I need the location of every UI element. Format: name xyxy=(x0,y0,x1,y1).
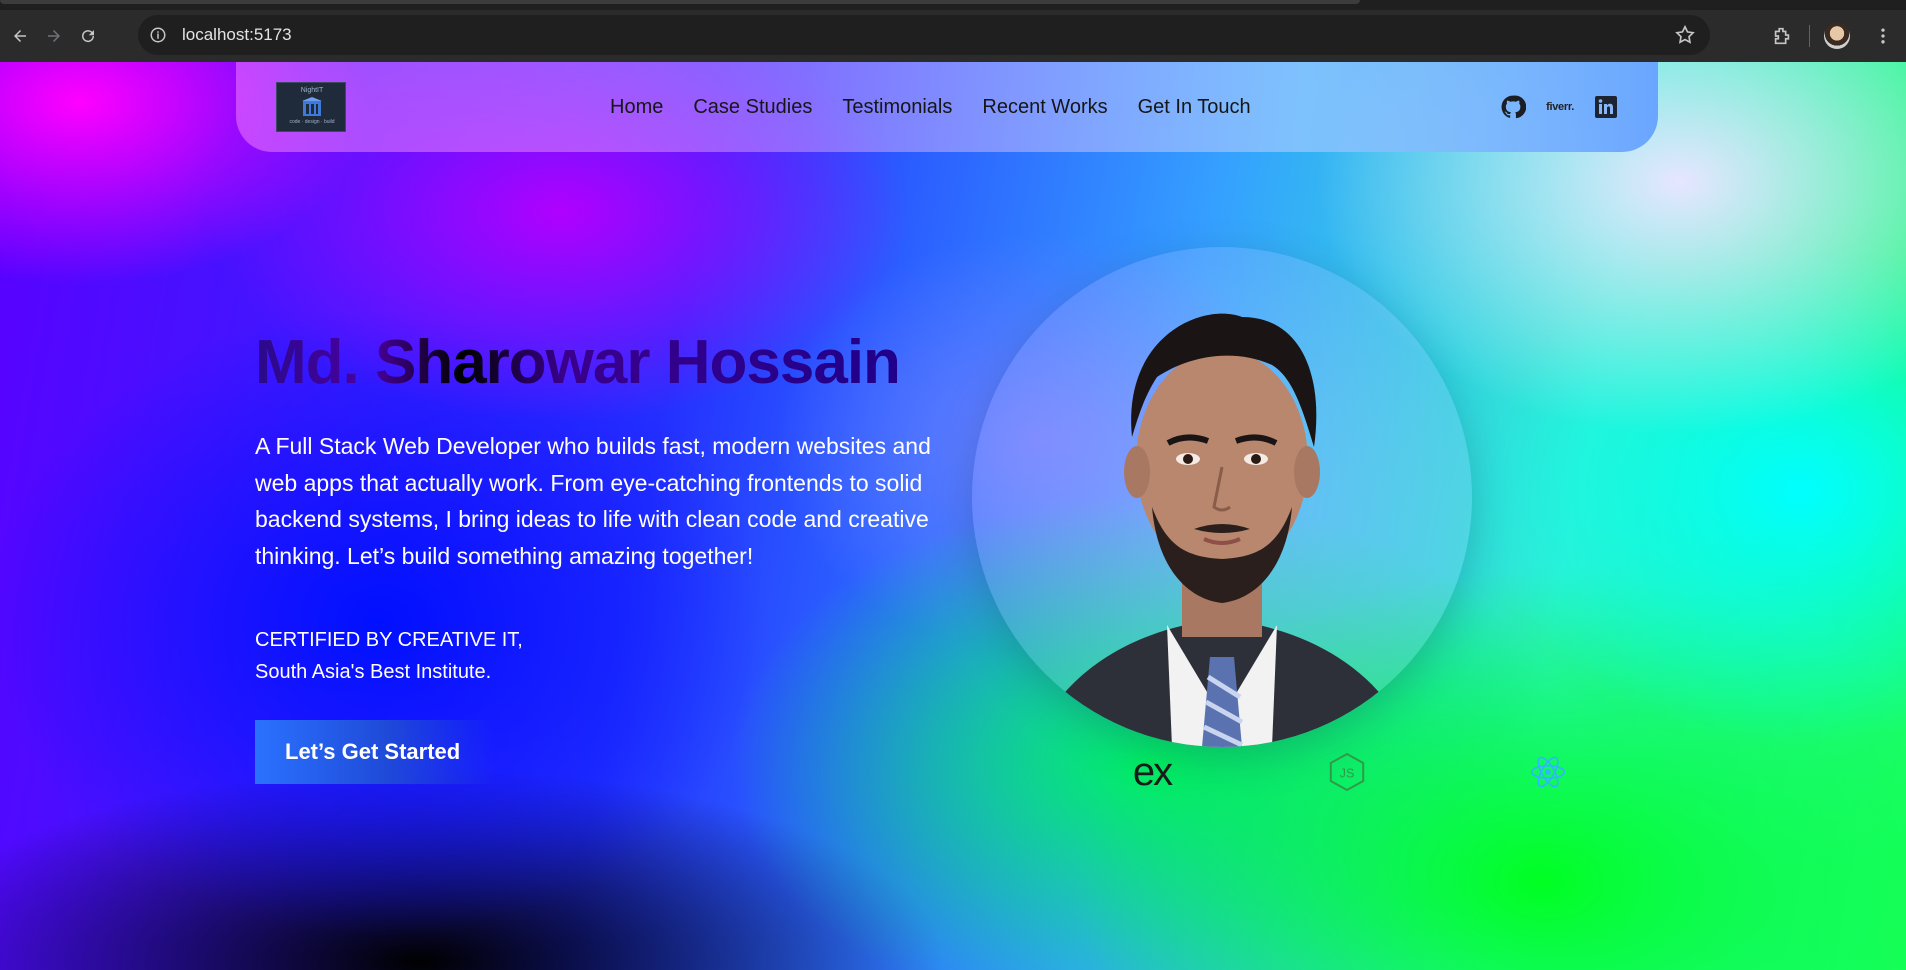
github-icon xyxy=(1501,95,1527,119)
page-viewport: NightIT code · design · build Home Case … xyxy=(0,62,1906,970)
express-logo: ex xyxy=(1132,749,1173,794)
nodejs-icon: JS xyxy=(1329,752,1365,792)
back-icon xyxy=(14,30,26,42)
forward-button[interactable] xyxy=(40,22,68,50)
extensions-icon[interactable] xyxy=(1769,23,1795,49)
nodejs-logo: JS xyxy=(1322,742,1372,802)
browser-toolbar: localhost:5173 xyxy=(0,10,1906,62)
avatar xyxy=(1824,23,1850,49)
forward-icon xyxy=(48,30,60,42)
back-button[interactable] xyxy=(6,22,34,50)
menu-home[interactable]: Home xyxy=(610,96,663,119)
get-started-button[interactable]: Let’s Get Started xyxy=(255,720,495,784)
profile-portrait xyxy=(972,247,1472,747)
hero-description: A Full Stack Web Developer who builds fa… xyxy=(255,433,931,569)
logo-line1: NightIT xyxy=(300,87,324,94)
menu-case-studies[interactable]: Case Studies xyxy=(693,96,812,119)
react-logo xyxy=(1522,742,1574,802)
cert-line-2: South Asia's Best Institute. xyxy=(255,661,492,683)
toolbar-separator xyxy=(1809,25,1810,47)
svg-text:JS: JS xyxy=(1340,766,1355,780)
site-navbar: NightIT code · design · build Home Case … xyxy=(236,62,1658,152)
tab-strip xyxy=(0,0,1906,10)
logo-line2: code · design · build xyxy=(289,119,335,125)
url-text[interactable]: localhost:5173 xyxy=(182,25,292,45)
linkedin-link[interactable] xyxy=(1594,95,1618,119)
reload-icon xyxy=(82,30,95,43)
tab-strip-line xyxy=(0,0,1360,4)
profile-avatar[interactable] xyxy=(1824,23,1850,49)
menu-dots-icon[interactable] xyxy=(1870,23,1896,49)
reload-button[interactable] xyxy=(74,22,102,50)
certification-text: CERTIFIED BY CREATIVE IT, South Asia's B… xyxy=(255,624,523,688)
site-logo[interactable]: NightIT code · design · build xyxy=(276,82,346,132)
linkedin-icon xyxy=(1595,96,1617,118)
react-icon xyxy=(1530,756,1566,788)
menu-get-in-touch[interactable]: Get In Touch xyxy=(1138,96,1251,119)
github-link[interactable] xyxy=(1500,94,1527,120)
site-info-icon[interactable] xyxy=(146,23,170,47)
address-bar[interactable]: localhost:5173 xyxy=(138,15,1710,55)
main-menu: Home Case Studies Testimonials Recent Wo… xyxy=(610,62,1281,152)
toolbar-right xyxy=(1759,10,1906,62)
cert-line-1: CERTIFIED BY CREATIVE IT, xyxy=(255,629,523,651)
social-links: fiverr. xyxy=(1480,94,1618,120)
menu-recent-works[interactable]: Recent Works xyxy=(982,96,1107,119)
portrait-image xyxy=(1032,313,1412,747)
bookmark-star-icon[interactable] xyxy=(1674,24,1696,46)
logo-building-icon xyxy=(302,97,322,116)
hero-title: Md. Sharowar Hossain xyxy=(255,328,901,397)
fiverr-link[interactable]: fiverr. xyxy=(1546,101,1574,113)
menu-testimonials[interactable]: Testimonials xyxy=(842,96,952,119)
